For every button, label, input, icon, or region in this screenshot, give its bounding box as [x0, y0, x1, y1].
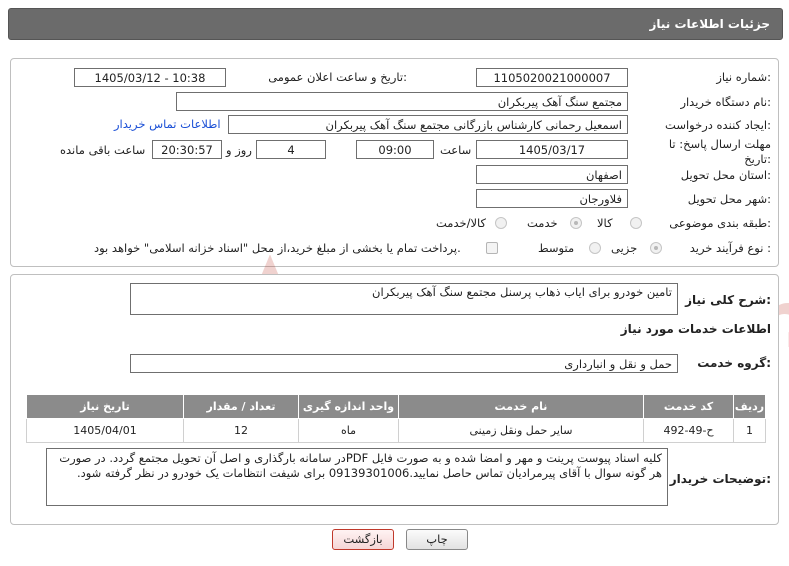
page-title: جزئیات اطلاعات نیاز [649, 17, 770, 31]
treasury-payment-note: پرداخت تمام یا بخشی از مبلغ خرید،از محل … [94, 241, 461, 255]
process-medium-radio[interactable] [589, 242, 601, 254]
col-qty: تعداد / مقدار [183, 394, 299, 419]
process-medium-label: متوسط [538, 241, 575, 255]
need-number-field: 1105020021000007 [476, 68, 628, 87]
category-goods-service-radio[interactable] [495, 217, 507, 229]
col-row: ردیف [733, 394, 766, 419]
category-goods-label: کالا [597, 216, 613, 230]
col-name: نام خدمت [398, 394, 644, 419]
remaining-time-field: 20:30:57 [152, 140, 222, 159]
process-minor-radio[interactable] [650, 242, 662, 254]
need-summary-field: تامین خودرو برای ایاب ذهاب پرسنل مجتمع س… [130, 283, 678, 315]
col-code: کد خدمت [643, 394, 734, 419]
city-label: شهر محل تحویل: [687, 192, 771, 206]
print-button[interactable]: چاپ [406, 529, 468, 550]
announce-label: تاریخ و ساعت اعلان عمومی: [268, 70, 407, 84]
process-label: نوع فرآیند خرید : [689, 241, 771, 255]
services-table: ردیف کد خدمت نام خدمت واحد اندازه گیری ت… [26, 394, 766, 443]
buyer-org-field: مجتمع سنگ آهک پیربکران [176, 92, 628, 111]
cell-date: 1405/04/01 [26, 418, 184, 443]
back-button[interactable]: بازگشت [332, 529, 394, 550]
service-group-field: حمل و نقل و انبارداری [130, 354, 678, 373]
announce-field: 1405/03/12 - 10:38 [74, 68, 226, 87]
need-number-label: شماره نیاز: [716, 70, 771, 84]
city-field: فلاورجان [476, 189, 628, 208]
deadline-time-field: 09:00 [356, 140, 434, 159]
creator-field: اسمعیل رحمانی کارشناس بازرگانی مجتمع سنگ… [228, 115, 628, 134]
remaining-label: ساعت باقی مانده [60, 143, 146, 157]
province-label: استان محل تحویل: [680, 168, 771, 182]
deadline-time-label: ساعت [440, 143, 472, 157]
cell-code: ح-49-492 [643, 418, 734, 443]
page-header: جزئیات اطلاعات نیاز [8, 8, 783, 40]
buyer-notes-field: کلیه اسناد پیوست پرینت و مهر و امضا شده … [46, 448, 668, 506]
province-field: اصفهان [476, 165, 628, 184]
col-unit: واحد اندازه گیری [298, 394, 399, 419]
cell-unit: ماه [298, 418, 399, 443]
table-header-row: ردیف کد خدمت نام خدمت واحد اندازه گیری ت… [26, 394, 766, 419]
category-service-label: خدمت [527, 216, 558, 230]
cell-qty: 12 [183, 418, 299, 443]
col-date: تاریخ نیاز [26, 394, 184, 419]
buyer-org-label: نام دستگاه خریدار: [680, 95, 771, 109]
service-group-label: گروه خدمت: [697, 356, 771, 370]
cell-row: 1 [733, 418, 766, 443]
deadline-date-field: 1405/03/17 [476, 140, 628, 159]
cell-name: سایر حمل ونقل زمینی [398, 418, 644, 443]
category-goods-service-label: کالا/خدمت [436, 216, 487, 230]
deadline-label: مهلت ارسال پاسخ: تا تاریخ: [668, 137, 771, 166]
creator-label: ایجاد کننده درخواست: [665, 118, 771, 132]
remaining-days-field: 4 [256, 140, 326, 159]
table-row: 1 ح-49-492 سایر حمل ونقل زمینی ماه 12 14… [26, 418, 766, 443]
category-goods-radio[interactable] [630, 217, 642, 229]
process-minor-label: جزیی [611, 241, 638, 255]
treasury-payment-checkbox[interactable] [486, 242, 498, 254]
services-table-wrap: ردیف کد خدمت نام خدمت واحد اندازه گیری ت… [26, 394, 766, 443]
buyer-notes-label: توضیحات خریدار: [669, 472, 771, 486]
category-label: طبقه بندی موضوعی: [669, 216, 771, 230]
days-label: روز و [226, 143, 252, 157]
category-service-radio[interactable] [570, 217, 582, 229]
services-title: اطلاعات خدمات مورد نیاز [620, 322, 771, 336]
contact-buyer-link[interactable]: اطلاعات تماس خریدار [114, 117, 221, 131]
need-summary-label: شرح کلی نیاز: [685, 293, 771, 307]
